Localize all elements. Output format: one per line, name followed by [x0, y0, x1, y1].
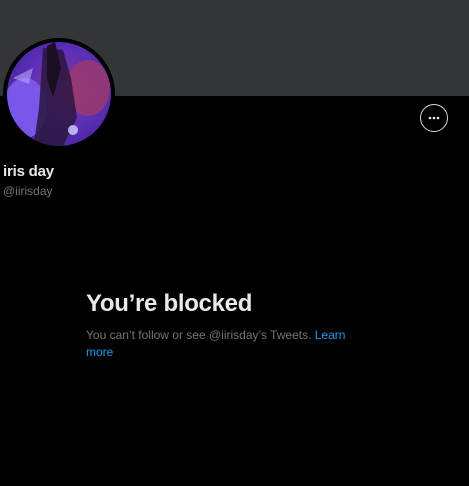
- avatar-image: [3, 38, 115, 150]
- user-handle: @iirisday: [3, 184, 53, 198]
- profile-page: iris day @iirisday You’re blocked You ca…: [0, 0, 469, 486]
- blocked-title: You’re blocked: [86, 290, 253, 317]
- blocked-message: You can’t follow or see @iirisday’s Twee…: [86, 327, 361, 361]
- more-horizontal-icon: [428, 116, 440, 120]
- more-options-button[interactable]: [420, 104, 448, 132]
- avatar[interactable]: [3, 38, 115, 150]
- blocked-message-text: You can’t follow or see @iirisday’s Twee…: [86, 328, 312, 342]
- display-name: iris day: [3, 163, 54, 180]
